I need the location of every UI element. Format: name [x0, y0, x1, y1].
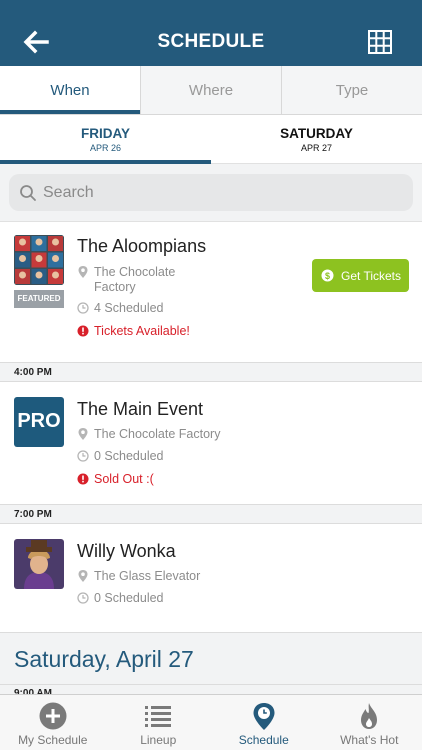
- event-venue: The Chocolate Factory: [77, 265, 187, 295]
- alert-icon: [77, 473, 89, 485]
- clock-icon: [77, 450, 89, 462]
- event-thumbnail: [14, 539, 64, 589]
- tab-lineup[interactable]: Lineup: [106, 695, 212, 750]
- search-field[interactable]: [9, 174, 413, 211]
- location-pin-icon: [78, 428, 88, 440]
- event-row[interactable]: Willy Wonka The Glass Elevator 0 Schedul…: [0, 524, 422, 632]
- app-header: SCHEDULE: [0, 0, 422, 66]
- svg-text:$: $: [325, 271, 330, 281]
- get-tickets-button[interactable]: $ Get Tickets: [312, 259, 409, 292]
- search-icon: [20, 185, 36, 201]
- clock-icon: [77, 592, 89, 604]
- day-label: SATURDAY: [280, 126, 353, 141]
- event-scheduled: 0 Scheduled: [77, 591, 164, 606]
- scheduled-text: 4 Scheduled: [94, 301, 164, 315]
- location-pin-icon: [78, 266, 88, 278]
- event-name: The Aloompians: [77, 236, 207, 256]
- character-photo-image: [14, 539, 64, 589]
- day-section-header: Saturday, April 27: [0, 632, 422, 684]
- event-status: Sold Out :(: [77, 472, 154, 487]
- location-pin-icon: [78, 570, 88, 582]
- tab-type[interactable]: Type: [282, 66, 422, 114]
- event-thumbnail: PRO: [14, 397, 64, 447]
- tab-label: Lineup: [140, 733, 177, 747]
- grid-icon[interactable]: [368, 30, 392, 54]
- tab-my-schedule[interactable]: My Schedule: [0, 695, 106, 750]
- event-scheduled: 4 Scheduled: [77, 301, 164, 316]
- clock-icon: [77, 302, 89, 314]
- tab-label: What's Hot: [340, 733, 399, 747]
- tab-whats-hot[interactable]: What's Hot: [317, 695, 422, 750]
- tab-when[interactable]: When: [0, 66, 141, 114]
- view-tabs: When Where Type: [0, 66, 422, 115]
- event-row[interactable]: FEATURED The Aloompians The Chocolate Fa…: [0, 222, 422, 362]
- time-divider: 7:00 PM: [0, 504, 422, 524]
- event-name: Willy Wonka: [77, 541, 176, 561]
- event-venue: The Glass Elevator: [77, 569, 200, 584]
- scheduled-text: 0 Scheduled: [94, 449, 164, 463]
- tab-label: My Schedule: [18, 733, 88, 747]
- day-tabs: FRIDAY APR 26 SATURDAY APR 27: [0, 115, 422, 164]
- page-title: SCHEDULE: [157, 31, 265, 52]
- pro-logo-text: PRO: [17, 410, 61, 432]
- map-pin-icon: [253, 703, 275, 730]
- band-photo-image: [14, 235, 64, 285]
- venue-text: The Chocolate Factory: [94, 427, 221, 441]
- event-thumbnail: [14, 235, 64, 285]
- event-scheduled: 0 Scheduled: [77, 449, 164, 464]
- event-status: Tickets Available!: [77, 324, 190, 339]
- tab-where[interactable]: Where: [141, 66, 282, 114]
- event-name: The Main Event: [77, 399, 204, 419]
- search-bar: [0, 164, 422, 222]
- event-row[interactable]: PRO The Main Event The Chocolate Factory…: [0, 382, 422, 504]
- tab-label: Schedule: [238, 733, 289, 747]
- venue-text: The Chocolate Factory: [94, 265, 176, 294]
- day-date: APR 26: [89, 143, 122, 153]
- dollar-icon: $: [321, 269, 334, 282]
- alert-icon: [77, 325, 89, 337]
- event-venue: The Chocolate Factory: [77, 427, 220, 442]
- scheduled-text: 0 Scheduled: [94, 591, 164, 605]
- plus-circle-icon: [39, 702, 67, 730]
- bottom-tab-bar: My Schedule Lineup Schedule What's Hot: [0, 694, 422, 750]
- flame-icon: [361, 703, 378, 729]
- search-input[interactable]: [43, 180, 403, 205]
- day-date: APR 27: [300, 143, 333, 153]
- time-divider: 4:00 PM: [0, 362, 422, 382]
- status-text: Sold Out :(: [94, 472, 154, 486]
- tab-schedule[interactable]: Schedule: [211, 695, 317, 750]
- list-icon: [145, 706, 172, 727]
- venue-text: The Glass Elevator: [94, 569, 201, 583]
- tab-saturday[interactable]: SATURDAY APR 27: [211, 115, 422, 163]
- status-text: Tickets Available!: [94, 324, 190, 338]
- featured-badge: FEATURED: [14, 290, 64, 308]
- button-label: Get Tickets: [341, 269, 402, 283]
- tab-friday[interactable]: FRIDAY APR 26: [0, 115, 211, 164]
- day-label: FRIDAY: [80, 126, 130, 141]
